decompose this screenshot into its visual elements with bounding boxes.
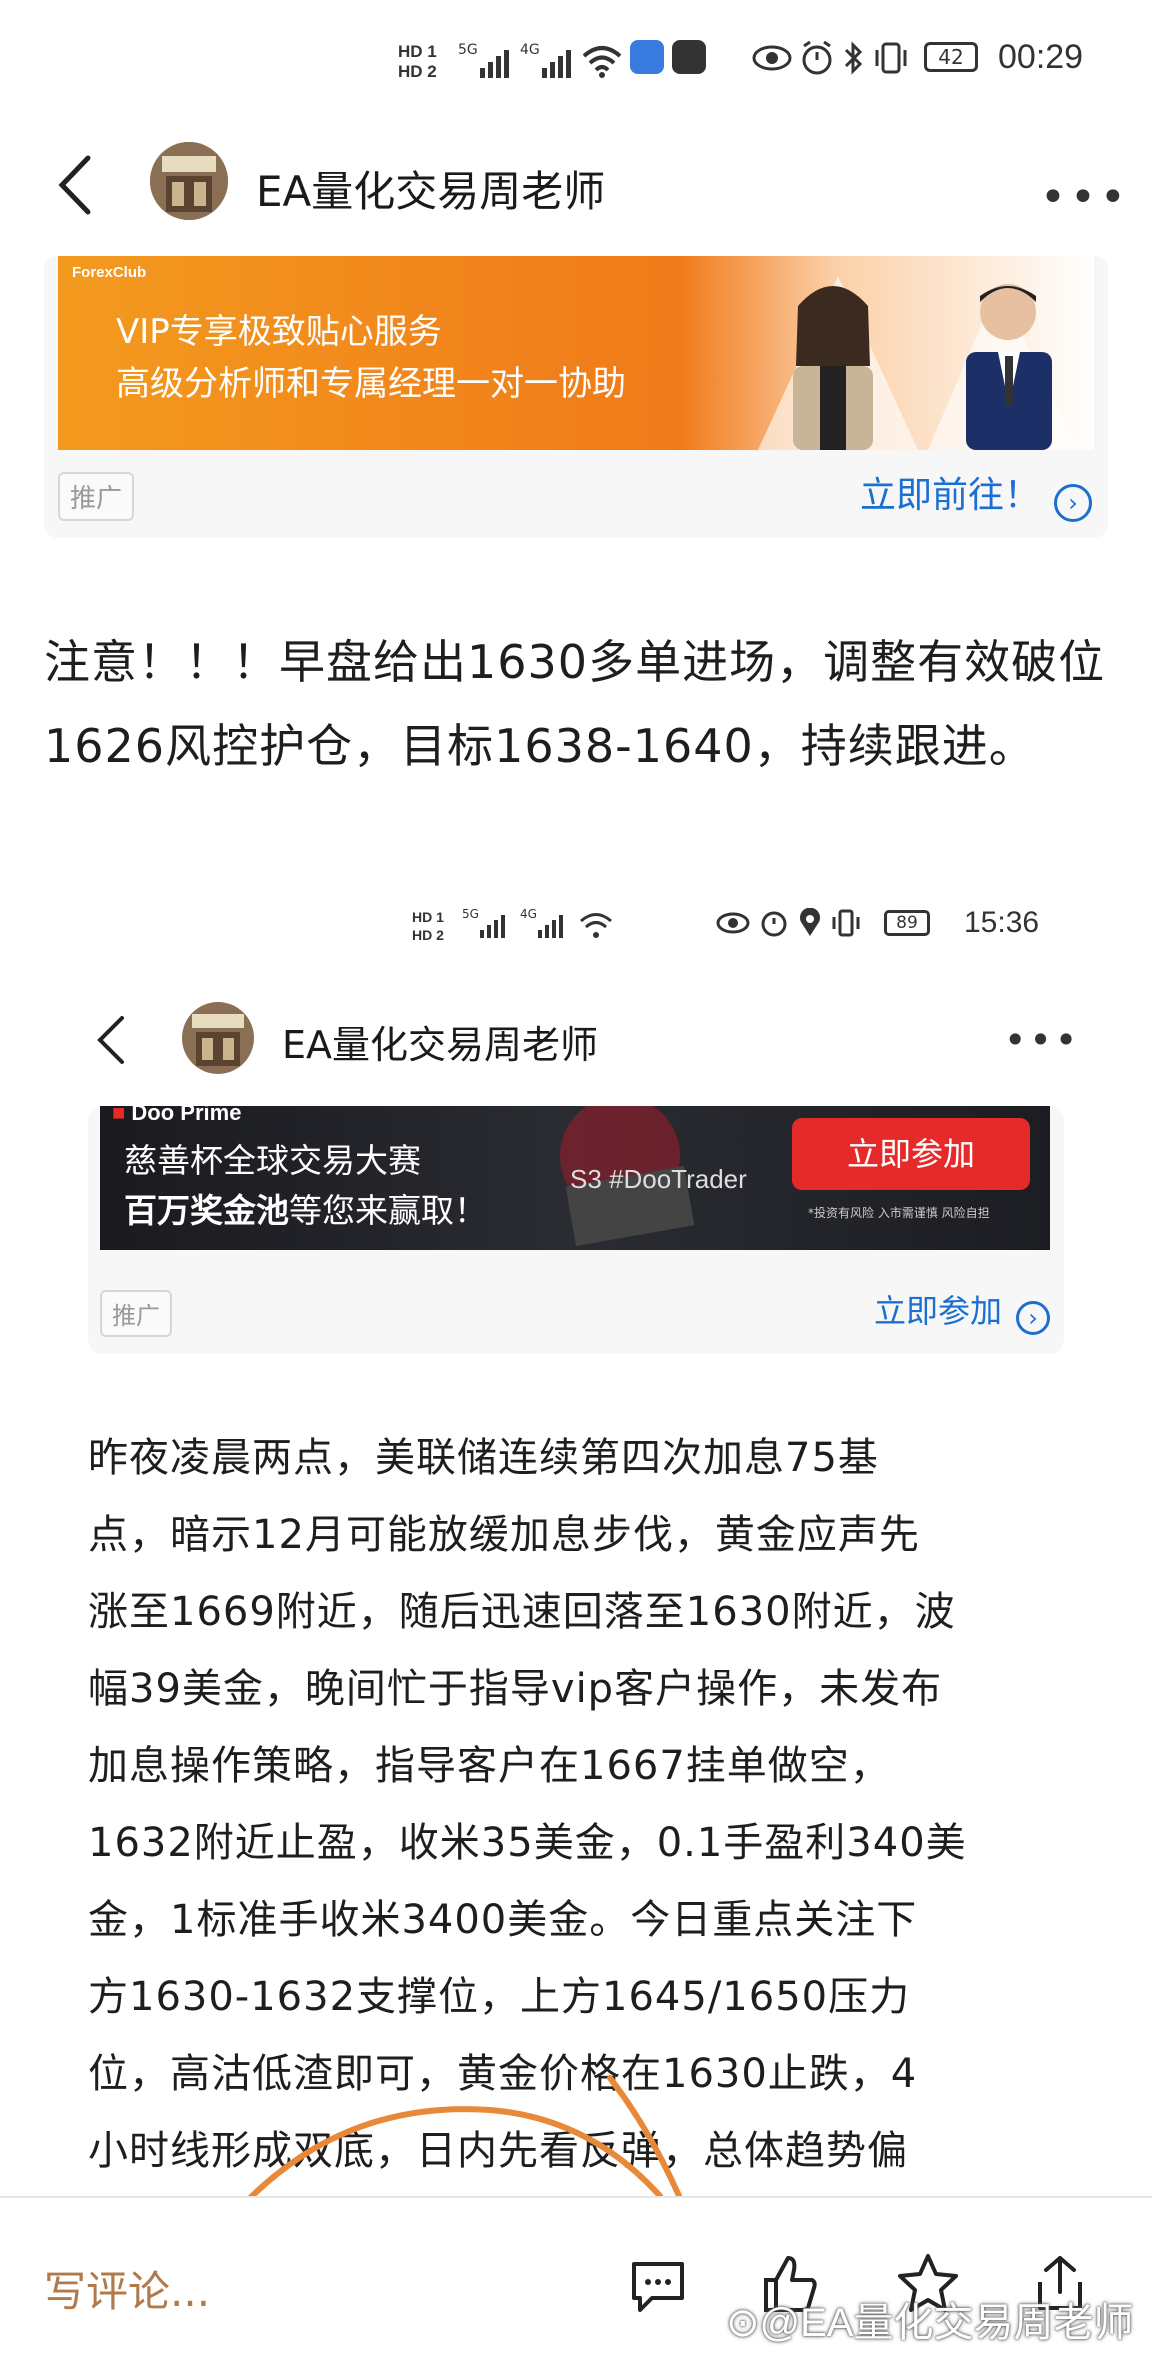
back-button[interactable] (52, 150, 102, 220)
signal-5g-icon: 5G (462, 906, 510, 944)
vibrate-icon (832, 908, 860, 942)
ad-label: 推广 (58, 472, 135, 521)
page-title: EA量化交易周老师 (256, 167, 606, 216)
bottom-action-bar: 写评论... ⊙@EA量化交易周老师 (0, 2196, 1152, 2376)
svg-text:5G: 5G (458, 42, 478, 58)
embedded-screenshot: HD 1 HD 2 5G 4G 89 15:36 EA量化交易周老师 ••• ■ … (0, 890, 1152, 2196)
app-notification-icon (630, 40, 664, 74)
location-icon (798, 907, 822, 942)
ad-join-button[interactable]: 立即参加 (792, 1118, 1030, 1190)
app-header: EA量化交易周老师 ••• (0, 120, 1152, 250)
paragraph-line: 昨夜凌晨两点，美联储连续第四次加息75基 (88, 1435, 879, 1481)
signal-4g-icon: 4G (520, 906, 568, 944)
ad-subline: 高级分析师和专属经理一对一协助 (116, 364, 626, 404)
ad-brand-logo: ForexClub (72, 264, 147, 281)
paragraph-line: 加息操作策略，指导客户在1667挂单做空， (88, 1743, 891, 1789)
avatar[interactable] (182, 1002, 254, 1074)
ad-disclaimer: *投资有风险 入市需谨慎 风险自担 (808, 1206, 990, 1220)
sim-indicator: HD 1 HD 2 (398, 42, 437, 81)
sim-indicator: HD 1 HD 2 (412, 909, 444, 943)
paragraph-line: 方1630-1632支撑位，上方1645/1650压力 (88, 1974, 911, 2020)
svg-text:5G: 5G (462, 907, 479, 921)
ad-cta-link[interactable]: 立即前往！ › (860, 466, 1092, 522)
ad-card[interactable]: ForexClub VIP专享极致贴心服务 高级分析师和专属经理一对一协助 推广… (44, 256, 1108, 538)
eye-icon (752, 44, 792, 76)
wifi-icon (580, 40, 624, 84)
status-bar: HD 1 HD 2 5G 4G 42 00:29 (0, 28, 1152, 108)
ad-headline: VIP专享极致贴心服务 (116, 312, 442, 352)
chevron-right-circle-icon: › (1016, 1300, 1050, 1335)
more-options-button[interactable]: ••• (1004, 1018, 1080, 1062)
chevron-left-icon (58, 155, 91, 215)
weibo-icon: ⊙ (726, 2301, 760, 2345)
paragraph-line: 涨至1669附近，随后迅速回落至1630附近，波 (88, 1589, 956, 1635)
ad-subline: 百万奖金池等您来赢取！ (124, 1191, 487, 1230)
paragraph-line: 1632附近止盈，收米35美金，0.1手盈利340美 (88, 1820, 967, 1866)
avatar[interactable] (150, 142, 228, 220)
more-options-button[interactable]: ••• (1040, 172, 1130, 223)
page-title: EA量化交易周老师 (282, 1023, 599, 1067)
chevron-right-circle-icon: › (1054, 483, 1092, 522)
ad-people-image (758, 276, 1078, 450)
chevron-left-icon (97, 1016, 124, 1064)
paragraph-line: 幅39美金，晚间忙于指导vip客户操作，未发布 (88, 1666, 943, 1712)
wifi-icon (578, 908, 614, 944)
ad-card[interactable]: ■ Doo Prime 慈善杯全球交易大赛 百万奖金池等您来赢取！ S3 #Do… (88, 1106, 1064, 1354)
ad-hashtag: S3 #DooTrader (570, 1164, 747, 1194)
svg-text:4G: 4G (520, 42, 540, 58)
alarm-icon (760, 908, 788, 942)
hand-drawn-annotation (247, 2075, 683, 2196)
watermark: ⊙@EA量化交易周老师 (726, 2301, 1134, 2345)
ad-banner[interactable]: ■ Doo Prime 慈善杯全球交易大赛 百万奖金池等您来赢取！ S3 #Do… (100, 1106, 1050, 1250)
paragraph-line: 金，1标准手收米3400美金。今日重点关注下 (88, 1897, 918, 1943)
vibrate-icon (874, 40, 908, 80)
comment-input[interactable]: 写评论... (44, 2258, 210, 2319)
ad-cta-link[interactable]: 立即参加 › (874, 1286, 1050, 1335)
paragraph-line: 点，暗示12月可能放缓加息步伐，黄金应声先 (88, 1512, 920, 1558)
signal-5g-icon: 5G (458, 38, 514, 86)
alarm-icon (800, 40, 834, 80)
status-time: 00:29 (998, 38, 1084, 76)
ad-headline: 慈善杯全球交易大赛 (124, 1141, 421, 1180)
svg-text:4G: 4G (520, 907, 537, 921)
comment-icon[interactable] (628, 2256, 688, 2320)
ad-label: 推广 (100, 1290, 172, 1337)
battery-icon: 42 (924, 42, 978, 72)
ad-banner[interactable]: ForexClub VIP专享极致贴心服务 高级分析师和专属经理一对一协助 (58, 256, 1094, 450)
battery-icon: 89 (884, 910, 930, 936)
ad-cta-label: 立即前往！ (859, 475, 1040, 516)
bluetooth-icon (842, 40, 864, 80)
status-time: 15:36 (964, 906, 1040, 939)
article-paragraph: 注意！！！早盘给出1630多单进场，调整有效破位1626风控护仓，目标1638-… (44, 635, 1106, 773)
ad-brand-logo: ■ Doo Prime (112, 1106, 242, 1125)
eye-icon (716, 912, 750, 938)
back-button[interactable] (92, 1010, 132, 1074)
ad-cta-label: 立即参加 (873, 1292, 1002, 1330)
signal-4g-icon: 4G (520, 38, 576, 86)
app-notification-icon (672, 40, 706, 74)
